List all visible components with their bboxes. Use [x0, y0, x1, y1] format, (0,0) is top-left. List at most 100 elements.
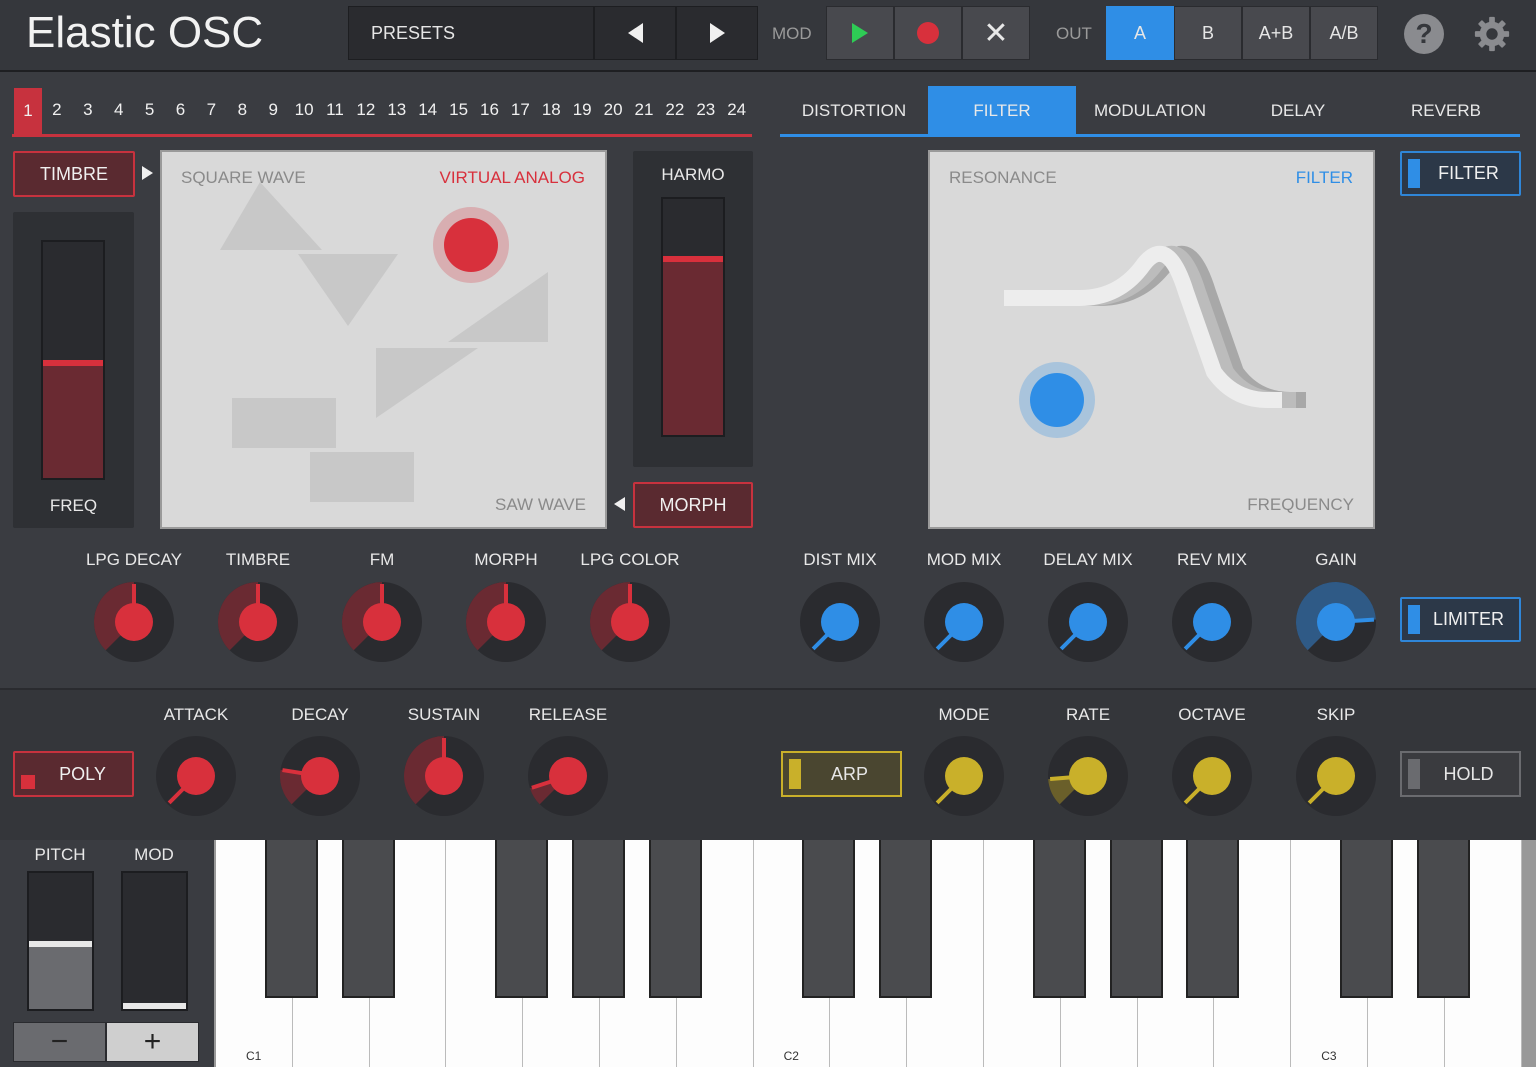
- limiter-toggle[interactable]: LIMITER: [1400, 597, 1521, 642]
- black-key[interactable]: [572, 840, 625, 998]
- black-key[interactable]: [495, 840, 549, 998]
- knob-rev-mix[interactable]: [1170, 580, 1254, 664]
- help-button[interactable]: ?: [1404, 14, 1444, 54]
- black-key[interactable]: [341, 840, 395, 998]
- poly-button[interactable]: POLY: [13, 751, 134, 797]
- black-key[interactable]: [1032, 840, 1086, 998]
- knob-delay-mix[interactable]: [1046, 580, 1130, 664]
- channel-10[interactable]: 10: [292, 100, 316, 120]
- black-key[interactable]: [1186, 840, 1240, 998]
- filter-xy-cursor-dot: [1030, 373, 1084, 427]
- black-key[interactable]: [648, 840, 702, 998]
- black-key[interactable]: [802, 840, 856, 998]
- channel-14[interactable]: 14: [416, 100, 440, 120]
- filter-xy-pad[interactable]: RESONANCE FILTER FREQUENCY: [928, 150, 1375, 529]
- play-button[interactable]: [826, 6, 894, 60]
- tab-modulation[interactable]: MODULATION: [1076, 86, 1224, 136]
- channel-2[interactable]: 2: [45, 100, 69, 120]
- black-key[interactable]: [879, 840, 933, 998]
- knob-fm[interactable]: [340, 580, 424, 664]
- out-option-2[interactable]: B: [1174, 6, 1242, 60]
- out-option-3[interactable]: A+B: [1242, 6, 1310, 60]
- channel-22[interactable]: 22: [663, 100, 687, 120]
- pitch-wheel-fill: [29, 941, 92, 1009]
- filter-toggle[interactable]: FILTER: [1400, 151, 1521, 196]
- knob-release[interactable]: [526, 734, 610, 818]
- knob-octave[interactable]: [1170, 734, 1254, 818]
- record-button[interactable]: [894, 6, 962, 60]
- tab-reverb[interactable]: REVERB: [1372, 86, 1520, 136]
- tab-filter[interactable]: FILTER: [928, 86, 1076, 136]
- channel-7[interactable]: 7: [199, 100, 223, 120]
- knob-lpg-decay[interactable]: [92, 580, 176, 664]
- out-option-label: A: [1133, 22, 1146, 43]
- presets-selector[interactable]: PRESETS: [348, 6, 594, 60]
- mod-wheel[interactable]: [121, 871, 188, 1011]
- knob-decay-label: DECAY: [291, 705, 349, 724]
- channel-16[interactable]: 16: [478, 100, 502, 120]
- channel-18[interactable]: 18: [539, 100, 563, 120]
- channel-19[interactable]: 19: [570, 100, 594, 120]
- channel-24[interactable]: 24: [725, 100, 749, 120]
- channel-15[interactable]: 15: [447, 100, 471, 120]
- arp-button[interactable]: ARP: [781, 751, 902, 797]
- timbre-button[interactable]: TIMBRE: [13, 151, 135, 197]
- knob-gain[interactable]: [1294, 580, 1378, 664]
- tab-distortion[interactable]: DISTORTION: [780, 86, 928, 136]
- pitch-wheel[interactable]: [27, 871, 94, 1011]
- channel-23[interactable]: 23: [694, 100, 718, 120]
- channel-13[interactable]: 13: [385, 100, 409, 120]
- knob-mode[interactable]: [922, 734, 1006, 818]
- knob-sustain[interactable]: [402, 734, 486, 818]
- morph-button[interactable]: MORPH: [633, 482, 753, 528]
- filter-xy-cursor[interactable]: [1019, 362, 1095, 438]
- knob-rate[interactable]: [1046, 734, 1130, 818]
- knob-timbre[interactable]: [216, 580, 300, 664]
- octave-down-button[interactable]: −: [13, 1022, 106, 1062]
- black-key[interactable]: [1109, 840, 1163, 998]
- tab-delay[interactable]: DELAY: [1224, 86, 1372, 136]
- knob-dist-mix[interactable]: [798, 580, 882, 664]
- out-option-4[interactable]: A/B: [1310, 6, 1378, 60]
- knob-morph[interactable]: [464, 580, 548, 664]
- channel-underline: [12, 134, 752, 137]
- out-option-label: A/B: [1329, 22, 1359, 43]
- channel-1[interactable]: 1: [14, 88, 42, 134]
- knob-mod-mix[interactable]: [922, 580, 1006, 664]
- preset-next-button[interactable]: [676, 6, 758, 60]
- record-icon: [917, 22, 939, 44]
- minus-icon: −: [50, 1025, 69, 1058]
- channel-3[interactable]: 3: [76, 100, 100, 120]
- black-key[interactable]: [1416, 840, 1470, 998]
- knob-skip-label: SKIP: [1316, 705, 1356, 724]
- knob-decay[interactable]: [278, 734, 362, 818]
- preset-prev-button[interactable]: [594, 6, 676, 60]
- harmo-slider[interactable]: [661, 197, 725, 437]
- channel-12[interactable]: 12: [354, 100, 378, 120]
- clear-button[interactable]: ✕: [962, 6, 1030, 60]
- settings-button[interactable]: [1470, 12, 1514, 56]
- knob-skip[interactable]: [1294, 734, 1378, 818]
- knob-attack[interactable]: [154, 734, 238, 818]
- freq-slider[interactable]: [41, 240, 105, 480]
- channel-8[interactable]: 8: [230, 100, 254, 120]
- oscillator-xy-cursor[interactable]: [433, 207, 509, 283]
- knob-lpg-color[interactable]: [588, 580, 672, 664]
- hold-button[interactable]: HOLD: [1400, 751, 1521, 797]
- channel-17[interactable]: 17: [508, 100, 532, 120]
- oscillator-xy-pad[interactable]: SQUARE WAVE VIRTUAL ANALOG SAW WAVE: [160, 150, 607, 529]
- freq-slider-fill: [43, 360, 103, 478]
- out-option-label: A+B: [1258, 22, 1294, 43]
- octave-up-button[interactable]: +: [106, 1022, 199, 1062]
- black-key[interactable]: [1340, 840, 1393, 998]
- channel-21[interactable]: 21: [632, 100, 656, 120]
- channel-5[interactable]: 5: [138, 100, 162, 120]
- knob-lpg-decay-label: LPG DECAY: [85, 550, 183, 569]
- channel-20[interactable]: 20: [601, 100, 625, 120]
- channel-6[interactable]: 6: [169, 100, 193, 120]
- channel-4[interactable]: 4: [107, 100, 131, 120]
- out-option-1[interactable]: A: [1106, 6, 1174, 60]
- black-key[interactable]: [264, 840, 318, 998]
- channel-9[interactable]: 9: [261, 100, 285, 120]
- channel-11[interactable]: 11: [323, 100, 347, 120]
